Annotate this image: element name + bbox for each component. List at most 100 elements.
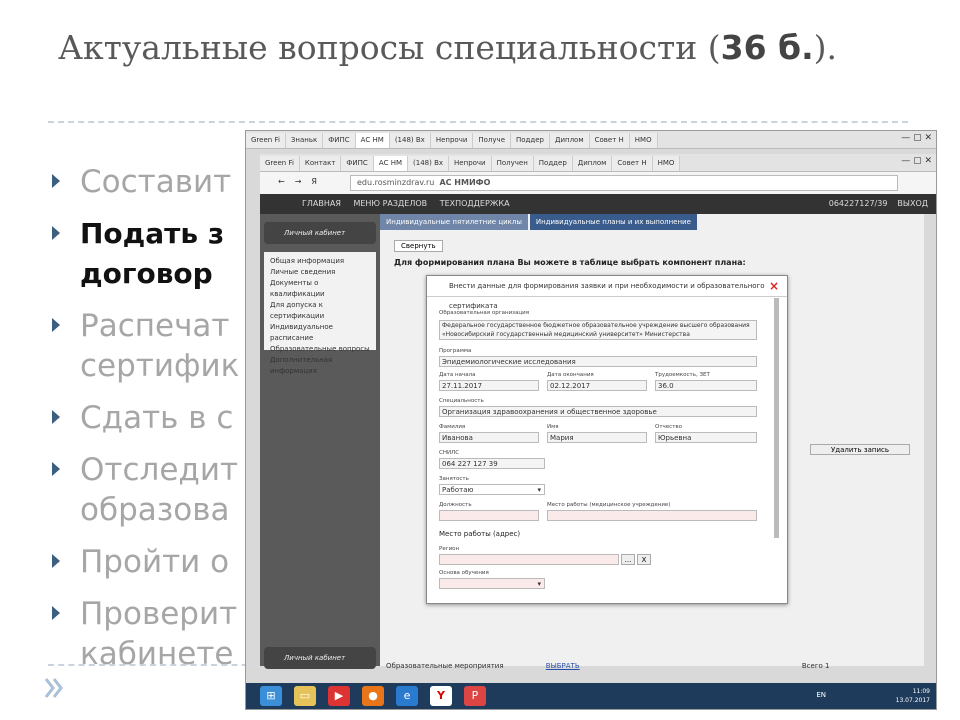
clock: 11:09 13.07.2017 <box>895 688 930 704</box>
browser-tab[interactable]: ФИПС <box>323 133 356 148</box>
nav-support[interactable]: ТЕХПОДДЕРЖКА <box>440 199 510 208</box>
chevron-down-icon: ▾ <box>537 486 541 494</box>
sidebar-item[interactable]: Для допуска к сертификации <box>270 300 370 322</box>
region-field[interactable] <box>439 554 619 565</box>
employment-select[interactable]: Работаю ▾ <box>439 484 545 495</box>
sidebar-item[interactable]: Образовательные вопросы <box>270 344 370 355</box>
powerpoint-icon[interactable]: P <box>464 686 486 706</box>
modal-header: Внести данные для формирования заявки и … <box>427 276 787 310</box>
modal-scrollbar[interactable] <box>774 298 779 538</box>
bullet-arrow-icon <box>52 606 60 620</box>
close-icon[interactable]: × <box>769 276 779 296</box>
site-topnav: ГЛАВНАЯ МЕНЮ РАЗДЕЛОВ ТЕХПОДДЕРЖКА 06422… <box>260 194 936 214</box>
bullet-arrow-icon <box>52 226 60 240</box>
main-heading: Для формирования плана Вы можете в табли… <box>394 258 746 267</box>
delete-record-button[interactable]: Удалить запись <box>810 444 910 455</box>
program-field[interactable]: Эпидемиологические исследования <box>439 356 757 367</box>
browser-tab[interactable]: Диплом <box>549 133 590 148</box>
browser-tab[interactable]: Знаньк <box>285 133 324 148</box>
region-pick-button[interactable]: ... <box>621 554 635 565</box>
nav-home[interactable]: ГЛАВНАЯ <box>302 199 341 208</box>
sidebar-menu: Общая информация Личные сведения Докумен… <box>264 252 376 375</box>
tab-plans[interactable]: Индивидуальные планы и их выполнение <box>529 214 697 230</box>
browser-tab[interactable]: Green Fi <box>260 156 300 171</box>
main-tabs: Индивидуальные пятилетние циклы Индивидуа… <box>380 214 924 230</box>
position-field[interactable] <box>439 510 539 521</box>
firstname-field[interactable]: Мария <box>547 432 647 443</box>
browser-tab[interactable]: АС НМ <box>355 133 390 148</box>
browser-tab[interactable]: Поддер <box>511 133 550 148</box>
sidebar-footer: Личный кабинет <box>264 647 376 669</box>
browser-tab[interactable]: Получен <box>491 156 534 171</box>
language-indicator[interactable]: EN <box>816 691 826 699</box>
bullet-arrow-icon <box>52 554 60 568</box>
browser-tab[interactable]: Получе <box>473 133 511 148</box>
nav-menu[interactable]: МЕНЮ РАЗДЕЛОВ <box>353 199 427 208</box>
slide-title: Актуальные вопросы специальности (36 б.)… <box>58 24 898 72</box>
snils-field[interactable]: 064 227 127 39 <box>439 458 545 469</box>
sidebar-item[interactable]: Индивидуальное расписание <box>270 322 370 344</box>
sidebar-item[interactable]: Личные сведения <box>270 267 370 278</box>
nav-buttons[interactable]: ←→Я <box>278 177 327 186</box>
browser-tab[interactable]: Совет Н <box>589 133 630 148</box>
firefox-icon[interactable]: ● <box>362 686 384 706</box>
browser-tab[interactable]: НМО <box>629 133 658 148</box>
browser-tab[interactable]: Green Fi <box>246 133 286 148</box>
logout-link[interactable]: ВЫХОД <box>897 199 928 208</box>
browser-tab[interactable]: Непрочи <box>430 133 474 148</box>
browser-tab[interactable]: Непрочи <box>449 156 492 171</box>
sidebar-item[interactable]: Документы о квалификации <box>270 278 370 300</box>
specialty-field[interactable]: Организация здравоохранения и общественн… <box>439 406 757 417</box>
sidebar-header: Личный кабинет <box>264 222 376 244</box>
chevron-down-icon: ▾ <box>537 580 541 588</box>
collapse-button[interactable]: Свернуть <box>394 240 443 252</box>
sidebar: Личный кабинет Общая информация Личные с… <box>260 214 380 666</box>
browser-tab[interactable]: Контакт <box>299 156 342 171</box>
bullet-arrow-icon <box>52 318 60 332</box>
end-date-field[interactable]: 02.12.2017 <box>547 380 647 391</box>
title-divider <box>48 121 908 123</box>
title-bold: 36 б. <box>720 28 814 67</box>
bullet-arrow-icon <box>52 410 60 424</box>
title-main: Актуальные вопросы специальности ( <box>58 28 721 67</box>
lastname-field[interactable]: Иванова <box>439 432 539 443</box>
browser-tab[interactable]: НМО <box>652 156 681 171</box>
ie-icon[interactable]: e <box>396 686 418 706</box>
org-field[interactable]: Федеральное государственное бюджетное об… <box>439 320 757 340</box>
tab-cycles[interactable]: Индивидуальные пятилетние циклы <box>380 214 528 230</box>
table-row: Образовательные мероприятия ВЫБРАТЬ Всег… <box>386 662 830 670</box>
user-id: 064227127/39 <box>828 199 888 208</box>
address-bar-row: ←→Я edu.rosminzdrav.ru АС НМИФО <box>260 172 936 195</box>
address-section-title: Место работы (адрес) <box>439 530 521 538</box>
address-input[interactable]: edu.rosminzdrav.ru АС НМИФО <box>350 175 898 191</box>
browser-tab[interactable]: (148) Вх <box>389 133 431 148</box>
modal-form: Образовательная организация Федеральное … <box>437 298 763 598</box>
browser-tabstrip: Green Fi Контакт ФИПС АС НМ (148) Вх Непрочи П… <box>260 154 936 172</box>
browser-tab[interactable]: ФИПС <box>341 156 374 171</box>
bullet-arrow-icon <box>52 174 60 188</box>
region-clear-button[interactable]: X <box>637 554 651 565</box>
browser-tab[interactable]: Совет Н <box>612 156 653 171</box>
start-date-field[interactable]: 27.11.2017 <box>439 380 539 391</box>
title-end: ). <box>813 28 838 67</box>
patronymic-field[interactable]: Юрьевна <box>655 432 757 443</box>
application-modal: Внести данные для формирования заявки и … <box>426 275 788 604</box>
yandex-icon[interactable]: Y <box>430 686 452 706</box>
browser-tab[interactable]: (148) Вх <box>408 156 450 171</box>
employer-field[interactable] <box>547 510 757 521</box>
browser-tab-active[interactable]: АС НМ <box>373 156 409 171</box>
window-controls[interactable]: — ▢ ✕ <box>901 156 932 166</box>
media-icon[interactable]: ▶ <box>328 686 350 706</box>
payment-select[interactable]: ▾ <box>439 578 545 589</box>
select-link[interactable]: ВЫБРАТЬ <box>546 662 580 670</box>
browser-tab[interactable]: Поддер <box>533 156 573 171</box>
sidebar-item[interactable]: Дополнительная информация <box>270 355 370 377</box>
browser-tab[interactable]: Диплом <box>572 156 613 171</box>
sidebar-item[interactable]: Общая информация <box>270 256 370 267</box>
start-icon[interactable]: ⊞ <box>260 686 282 706</box>
hours-field[interactable]: 36.0 <box>655 380 757 391</box>
browser-tabstrip-back: Green Fi Знаньк ФИПС АС НМ (148) Вх Непрочи По… <box>246 131 936 149</box>
footer-divider <box>48 664 268 666</box>
window-controls[interactable]: — ▢ ✕ <box>901 133 932 143</box>
folder-icon[interactable]: ▭ <box>294 686 316 706</box>
